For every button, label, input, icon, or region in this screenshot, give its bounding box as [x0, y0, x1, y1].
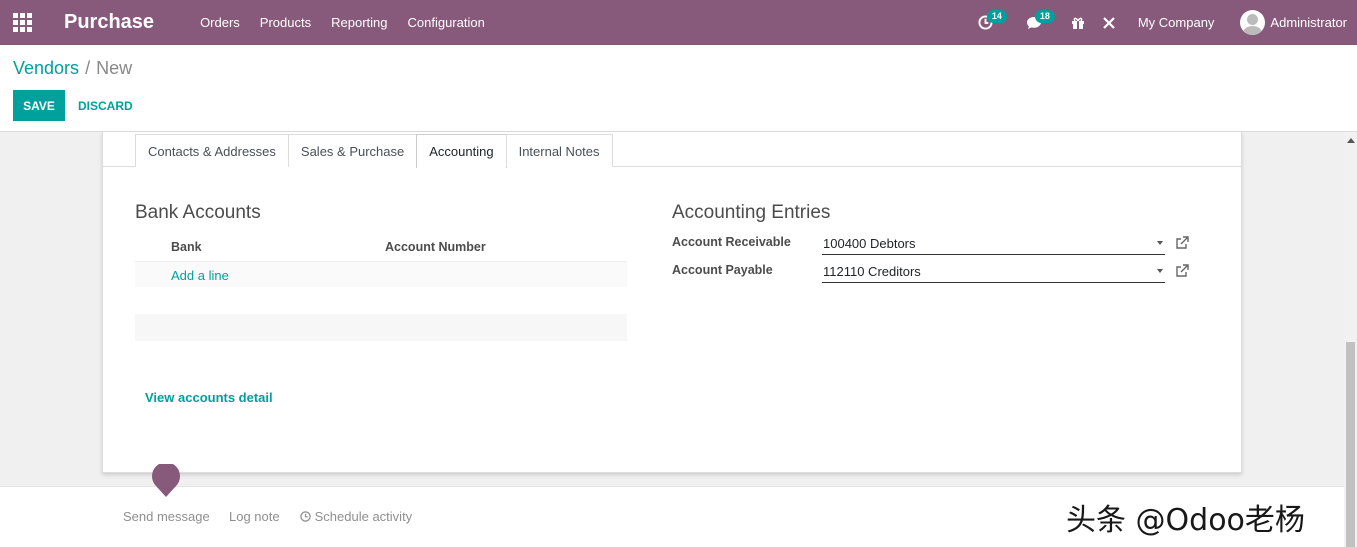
bank-accounts-table-header: Bank Account Number	[135, 238, 627, 260]
chatter-pin-marker	[152, 464, 180, 497]
menu-configuration[interactable]: Configuration	[407, 15, 484, 30]
top-navbar: Purchase Orders Products Reporting Confi…	[0, 0, 1357, 45]
debug-tools-icon[interactable]	[1098, 12, 1120, 34]
account-receivable-label: Account Receivable	[672, 235, 791, 249]
add-line-row: Add a line	[135, 261, 627, 287]
gift-icon[interactable]	[1067, 12, 1089, 34]
tab-internal-notes[interactable]: Internal Notes	[505, 134, 613, 167]
column-bank[interactable]: Bank	[171, 240, 202, 254]
chevron-down-icon[interactable]	[1157, 269, 1163, 273]
tab-sales-purchase[interactable]: Sales & Purchase	[287, 134, 418, 167]
app-name: Purchase	[64, 11, 155, 33]
activity-clock-icon[interactable]: 14	[975, 9, 1007, 34]
column-account-number[interactable]: Account Number	[385, 240, 486, 254]
notebook-tabs: Contacts & Addresses Sales & Purchase Ac…	[135, 134, 613, 168]
view-accounts-detail-button[interactable]: View accounts detail	[145, 390, 273, 405]
external-link-icon[interactable]	[1175, 236, 1189, 250]
schedule-activity-label: Schedule activity	[314, 509, 413, 524]
scroll-up-arrow-icon[interactable]	[1347, 138, 1355, 143]
message-count-badge: 18	[1034, 9, 1055, 23]
discard-button[interactable]: DISCARD	[78, 90, 133, 121]
account-payable-label: Account Payable	[672, 263, 773, 277]
accounting-entries-title: Accounting Entries	[672, 202, 831, 223]
menu-orders[interactable]: Orders	[200, 15, 240, 30]
breadcrumb-separator: /	[85, 58, 91, 78]
page-scrollbar[interactable]	[1344, 132, 1357, 547]
add-line-link[interactable]: Add a line	[171, 268, 229, 283]
apps-menu-icon[interactable]	[0, 0, 44, 45]
clock-icon	[300, 511, 311, 522]
chevron-down-icon[interactable]	[1157, 241, 1163, 245]
user-avatar[interactable]	[1240, 10, 1266, 35]
scrollbar-thumb[interactable]	[1346, 342, 1355, 547]
control-panel: Vendors / New SAVE DISCARD	[0, 45, 1357, 132]
activity-count-badge: 14	[986, 9, 1007, 23]
external-link-icon[interactable]	[1175, 264, 1189, 278]
log-note-button[interactable]: Log note	[229, 509, 280, 524]
watermark: 头条 @Odoo老杨	[1066, 503, 1305, 538]
breadcrumb-current: New	[96, 58, 133, 78]
systray: 14 18 My Company Administrator	[975, 0, 1357, 45]
menu-reporting[interactable]: Reporting	[331, 15, 387, 30]
empty-table-row	[135, 314, 627, 341]
save-button[interactable]: SAVE	[13, 90, 65, 121]
account-payable-value: 112110 Creditors	[823, 263, 921, 279]
account-receivable-field[interactable]: 100400 Debtors	[822, 232, 1165, 255]
breadcrumb: Vendors / New	[13, 58, 132, 79]
tab-accounting[interactable]: Accounting	[416, 134, 507, 168]
user-menu[interactable]: Administrator	[1270, 15, 1347, 30]
menu-products[interactable]: Products	[260, 15, 311, 30]
schedule-activity-button[interactable]: Schedule activity	[300, 509, 412, 524]
account-payable-field[interactable]: 112110 Creditors	[822, 260, 1165, 283]
company-switcher[interactable]: My Company	[1138, 15, 1215, 30]
account-receivable-value: 100400 Debtors	[823, 235, 916, 251]
bank-accounts-title: Bank Accounts	[135, 202, 261, 223]
breadcrumb-vendors-link[interactable]: Vendors	[13, 58, 79, 78]
send-message-button[interactable]: Send message	[123, 509, 210, 524]
tab-contacts-addresses[interactable]: Contacts & Addresses	[135, 134, 289, 167]
form-sheet: Contacts & Addresses Sales & Purchase Ac…	[102, 132, 1242, 473]
messages-chat-icon[interactable]: 18	[1023, 9, 1055, 34]
